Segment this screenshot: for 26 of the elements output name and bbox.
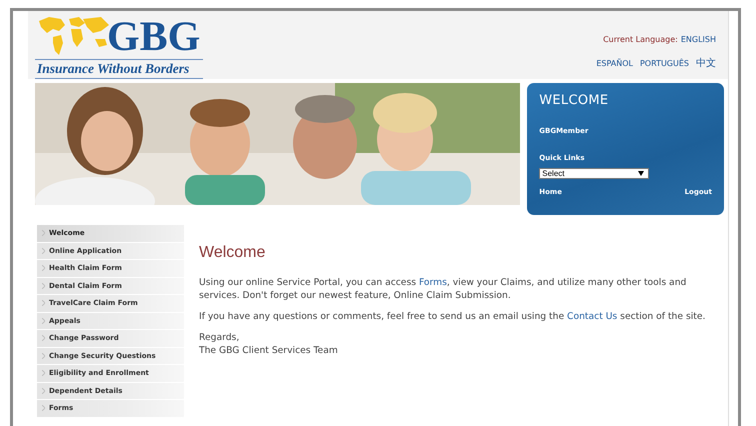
paragraph: Regards, The GBG Client Services Team [199,331,339,357]
current-language-label: Current Language: [603,35,678,44]
chevron-icon [42,300,45,306]
current-language: ENGLISH [680,35,716,44]
language-link[interactable]: ESPAÑOL [596,58,633,68]
quick-links-dropdown[interactable]: Select [539,168,650,179]
chevron-icon [42,335,45,342]
chevron-icon [42,388,45,394]
logo-tagline: Insurance Without Borders [35,59,203,79]
chevron-icon [42,370,45,376]
chevron-icon [42,248,45,254]
chevron-icon [42,352,45,359]
logo-text: GBG [107,16,200,58]
text-link[interactable]: Forms [418,277,447,288]
language-link[interactable]: PORTUGUÊS [640,58,689,68]
chevron-icon [42,265,45,272]
chevron-icon [42,318,45,324]
text-link[interactable]: Contact Us [567,311,618,322]
chevron-icon [42,282,45,289]
paragraph: Using our online Service Portal, you can access Forms, view your Claims, and utilize many other tools and services. Don't forget our newest feature, Online Claim Submission. [199,276,688,302]
chevron-icon [42,405,45,412]
paragraph: If you have any questions or comments, feel free to send us an email using the Contact Us section of the site. [199,310,706,323]
panel-title: WELCOME [539,93,610,108]
caret-icon [638,171,644,176]
language-link[interactable]: 中文 [696,56,716,70]
page-title: Welcome [199,244,266,262]
